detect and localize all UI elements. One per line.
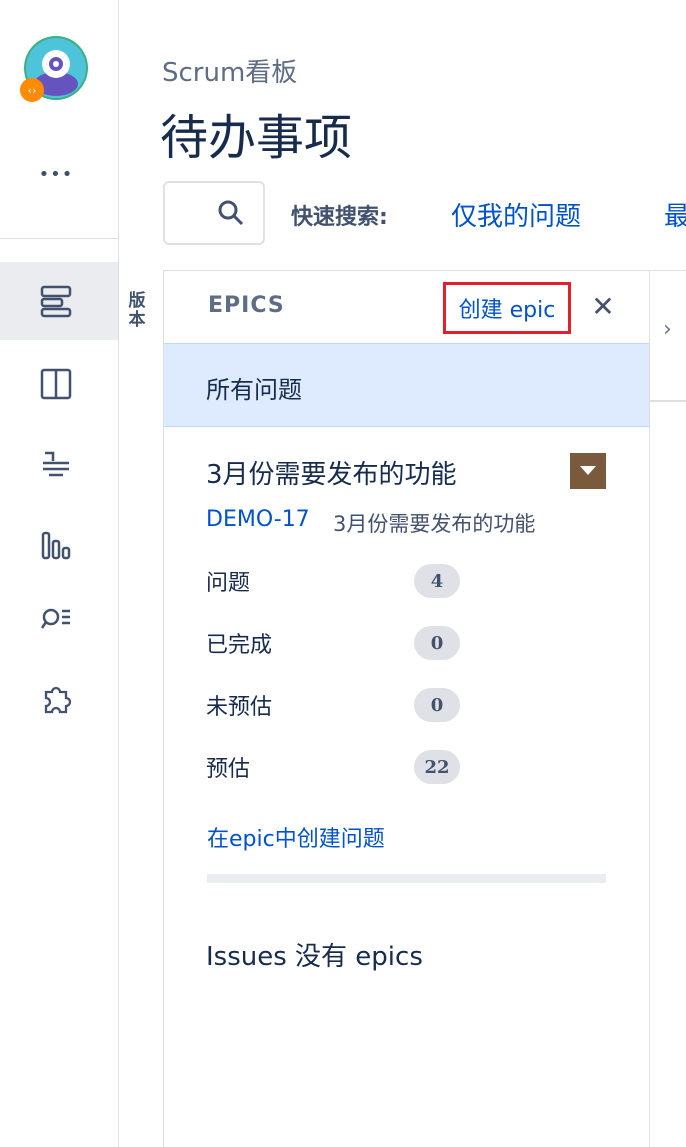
create-epic-button[interactable]: 创建 epic [443,282,571,334]
stat-badge-done: 0 [414,626,460,660]
more-icon[interactable]: ••• [36,154,76,194]
quick-search-label: 快速搜索: [291,205,388,230]
stat-label-unestimated: 未预估 [206,695,273,720]
close-icon: ✕ [591,290,615,323]
epic-expand-toggle[interactable] [570,453,606,489]
right-panel-divider [649,400,686,402]
releases-icon[interactable] [36,442,76,482]
app-logo-icon[interactable]: ‹› [18,34,90,106]
breadcrumb[interactable]: Scrum看板 [162,52,297,89]
stat-label-issues: 问题 [206,571,251,596]
stat-badge-estimate: 22 [414,750,460,784]
epic-key-link[interactable]: DEMO-17 [206,507,310,532]
quick-filter-recent[interactable]: 最 [664,196,686,233]
epic-progress-bar [207,874,606,883]
reports-icon[interactable] [36,525,76,565]
board-icon[interactable] [36,364,76,404]
chevron-down-icon [580,466,596,475]
epics-panel-title: EPICS [208,293,285,318]
quick-filter-my-issues[interactable]: 仅我的问题 [451,196,581,233]
search-icon [217,199,245,231]
stat-badge-unestimated: 0 [414,688,460,722]
issues-search-icon[interactable] [36,600,76,640]
versions-panel-toggle[interactable]: 版本 [124,292,150,330]
all-issues-filter[interactable]: 所有问题 [164,343,649,427]
svg-text:‹›: ‹› [28,84,37,97]
epic-name[interactable]: 3月份需要发布的功能 [206,454,457,491]
create-issue-in-epic-link[interactable]: 在epic中创建问题 [207,821,385,853]
sidebar-divider [0,238,118,239]
stat-label-done: 已完成 [206,633,273,658]
epic-summary: 3月份需要发布的功能 [333,512,536,536]
backlog-icon[interactable] [36,281,76,321]
all-issues-label: 所有问题 [206,376,302,404]
chevron-right-icon[interactable]: › [663,317,672,342]
stat-badge-issues: 4 [414,564,460,598]
page-title: 待办事项 [160,110,353,166]
search-input[interactable] [163,181,265,245]
panel-top-border [163,270,686,271]
issues-without-epics-filter[interactable]: Issues 没有 epics [206,936,423,973]
stat-label-estimate: 预估 [206,757,251,782]
close-epics-panel-button[interactable]: ✕ [588,290,618,324]
addons-icon[interactable] [36,679,76,719]
